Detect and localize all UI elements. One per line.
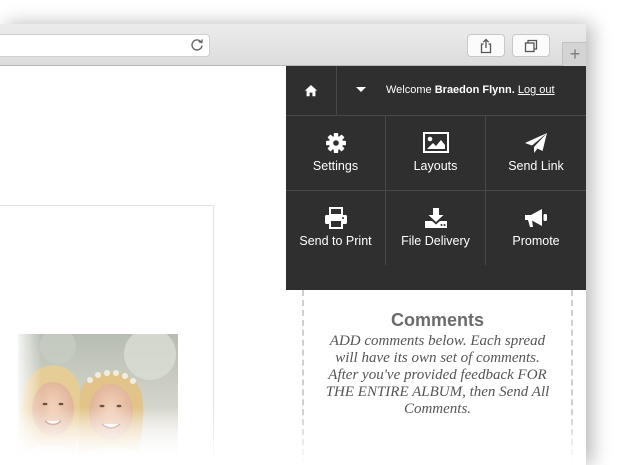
welcome-prefix: Welcome [386, 84, 432, 96]
printer-icon [324, 207, 347, 229]
settings-button[interactable]: Settings [286, 116, 386, 191]
promote-label: Promote [512, 234, 560, 248]
tabs-overview-button[interactable] [512, 34, 550, 57]
browser-window: + Welcome Braedon Flynn. Log out Setting… [0, 24, 586, 465]
promote-button[interactable]: Promote [486, 191, 586, 265]
file-delivery-button[interactable]: File Delivery [386, 191, 486, 265]
address-bar[interactable] [0, 34, 210, 57]
download-icon [424, 208, 447, 228]
comments-instructions: ADD comments below. Each spread will hav… [325, 333, 550, 417]
megaphone-icon [525, 209, 547, 227]
share-icon [480, 38, 492, 53]
proof-menu-panel: Welcome Braedon Flynn. Log out Settings … [286, 66, 586, 290]
gear-icon [325, 133, 346, 153]
reload-icon[interactable] [190, 38, 204, 52]
user-name: Braedon Flynn. [434, 84, 515, 96]
page-content: Welcome Braedon Flynn. Log out Settings … [0, 66, 586, 465]
welcome-message: Welcome Braedon Flynn. Log out [386, 84, 555, 96]
send-link-label: Send Link [508, 159, 564, 173]
plus-icon: + [569, 44, 581, 64]
home-button[interactable] [286, 66, 337, 115]
share-button[interactable] [467, 34, 505, 57]
new-tab-button[interactable]: + [562, 42, 586, 66]
comments-panel: Comments ADD comments below. Each spread… [302, 290, 573, 465]
comments-title: Comments [390, 310, 484, 330]
menu-header: Welcome Braedon Flynn. Log out [286, 66, 586, 116]
menu-grid: Settings Layouts Send Link Send to Print… [286, 116, 586, 290]
logout-link[interactable]: Log out [518, 84, 555, 96]
paper-plane-icon [525, 133, 547, 153]
send-to-print-button[interactable]: Send to Print [286, 191, 386, 265]
spread-photo[interactable] [18, 334, 178, 465]
send-link-button[interactable]: Send Link [486, 116, 586, 191]
home-icon [304, 85, 318, 97]
browser-toolbar: + [0, 24, 586, 66]
file-delivery-label: File Delivery [401, 234, 470, 248]
album-spread-area [0, 66, 286, 465]
layouts-button[interactable]: Layouts [386, 116, 486, 191]
caret-down-icon[interactable] [356, 87, 366, 92]
layouts-label: Layouts [413, 159, 458, 173]
settings-label: Settings [312, 159, 359, 173]
send-to-print-label: Send to Print [299, 234, 372, 248]
image-icon [422, 132, 449, 153]
tabs-icon [524, 39, 538, 52]
